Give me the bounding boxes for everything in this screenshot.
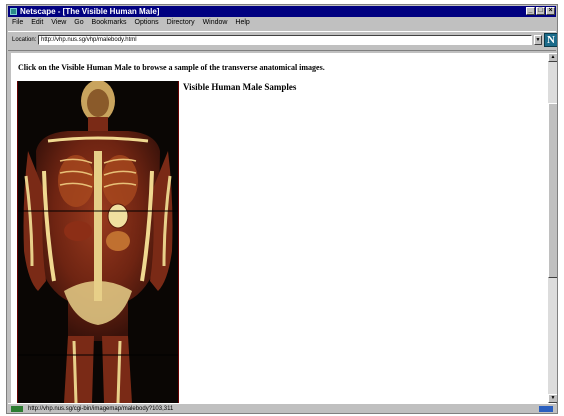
location-bar: Location: http://vhp.nus.sg/vhp/malebody… — [8, 31, 557, 51]
title-bar[interactable]: Netscape - [The Visible Human Male] _ □ … — [8, 6, 556, 17]
dropdown-arrow-icon[interactable]: ▼ — [534, 35, 542, 45]
menu-file[interactable]: File — [12, 19, 23, 26]
menu-bar: File Edit View Go Bookmarks Options Dire… — [8, 18, 556, 28]
menu-view[interactable]: View — [51, 19, 66, 26]
menu-window[interactable]: Window — [203, 19, 228, 26]
minimize-icon[interactable]: _ — [526, 7, 535, 15]
netscape-logo-icon[interactable]: N — [544, 33, 557, 47]
vertical-scrollbar[interactable]: ▲ ▼ — [548, 53, 557, 403]
menu-directory[interactable]: Directory — [167, 19, 195, 26]
security-key-icon[interactable] — [11, 406, 23, 412]
browser-window: Netscape - [The Visible Human Male] _ □ … — [6, 4, 558, 414]
samples-heading: Visible Human Male Samples — [183, 82, 297, 92]
mail-icon[interactable] — [539, 406, 553, 412]
status-text: http://vhp.nus.sg/cgi-bin/imagemap/maleb… — [28, 406, 174, 412]
menu-help[interactable]: Help — [235, 19, 249, 26]
menu-go[interactable]: Go — [74, 19, 83, 26]
scroll-down-icon[interactable]: ▼ — [548, 394, 557, 403]
maximize-icon[interactable]: □ — [536, 7, 545, 15]
status-bar: http://vhp.nus.sg/cgi-bin/imagemap/maleb… — [8, 403, 556, 413]
menu-options[interactable]: Options — [135, 19, 159, 26]
instruction-text: Click on the Visible Human Male to brows… — [18, 63, 325, 72]
scroll-up-icon[interactable]: ▲ — [548, 53, 557, 62]
body-illustration — [18, 81, 178, 403]
netscape-app-icon[interactable] — [10, 8, 17, 15]
window-title: Netscape - [The Visible Human Male] — [20, 7, 160, 16]
location-label: Location: — [12, 37, 37, 43]
visible-human-male-imagemap[interactable] — [17, 81, 179, 403]
menu-bookmarks[interactable]: Bookmarks — [92, 19, 127, 26]
screen: Netscape - [The Visible Human Male] _ □ … — [0, 0, 564, 416]
close-icon[interactable]: × — [546, 7, 555, 15]
scroll-thumb[interactable] — [548, 103, 557, 278]
location-input[interactable]: http://vhp.nus.sg/vhp/malebody.html — [38, 35, 532, 45]
menu-edit[interactable]: Edit — [31, 19, 43, 26]
page-content: Click on the Visible Human Male to brows… — [11, 53, 548, 403]
